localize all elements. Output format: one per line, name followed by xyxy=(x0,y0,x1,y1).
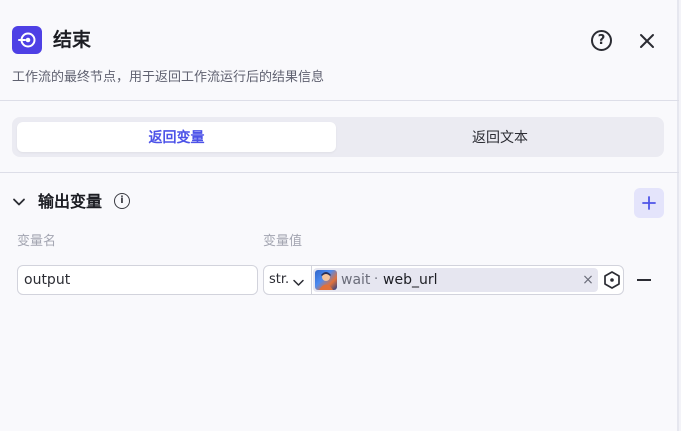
column-header-value: 变量值 xyxy=(263,234,303,249)
variable-picker-icon[interactable] xyxy=(602,270,622,290)
tab-return-text[interactable]: 返回文本 xyxy=(342,122,658,152)
variable-name-input[interactable] xyxy=(17,265,258,295)
tab-return-variable[interactable]: 返回变量 xyxy=(17,122,336,152)
info-icon[interactable]: i xyxy=(114,193,130,209)
chevron-down-icon xyxy=(292,274,305,287)
close-icon[interactable] xyxy=(637,31,657,51)
variable-value-field: str. wait · web_url × xyxy=(263,265,624,295)
reference-variable-name: web_url xyxy=(383,272,438,288)
end-node-icon xyxy=(12,26,42,54)
reference-node-name: wait xyxy=(341,272,371,288)
panel-title: 结束 xyxy=(53,29,92,51)
column-header-name: 变量名 xyxy=(17,234,57,249)
section-divider xyxy=(0,172,679,173)
type-select[interactable]: str. xyxy=(264,266,311,294)
question-circle-icon[interactable]: ? xyxy=(591,30,612,51)
clear-reference-icon[interactable]: × xyxy=(581,271,595,289)
return-mode-tabs: 返回变量 返回文本 xyxy=(12,117,664,157)
add-variable-button[interactable] xyxy=(634,188,664,218)
remove-variable-button[interactable] xyxy=(637,279,651,281)
type-select-label: str. xyxy=(269,272,289,287)
reference-separator: · xyxy=(374,272,379,287)
output-section-title: 输出变量 xyxy=(38,192,103,211)
type-divider xyxy=(311,266,312,294)
panel-header: 结束 ? 工作流的最终节点，用于返回工作流运行后的结果信息 xyxy=(0,0,679,101)
panel-description: 工作流的最终节点，用于返回工作流运行后的结果信息 xyxy=(12,70,325,85)
plus-icon xyxy=(642,196,656,210)
chevron-down-icon[interactable] xyxy=(12,194,26,208)
end-node-panel: 结束 ? 工作流的最终节点，用于返回工作流运行后的结果信息 返回变量 返回文本 … xyxy=(0,0,679,431)
variable-reference-chip[interactable]: wait · web_url × xyxy=(313,268,598,292)
node-avatar-icon xyxy=(315,270,337,290)
